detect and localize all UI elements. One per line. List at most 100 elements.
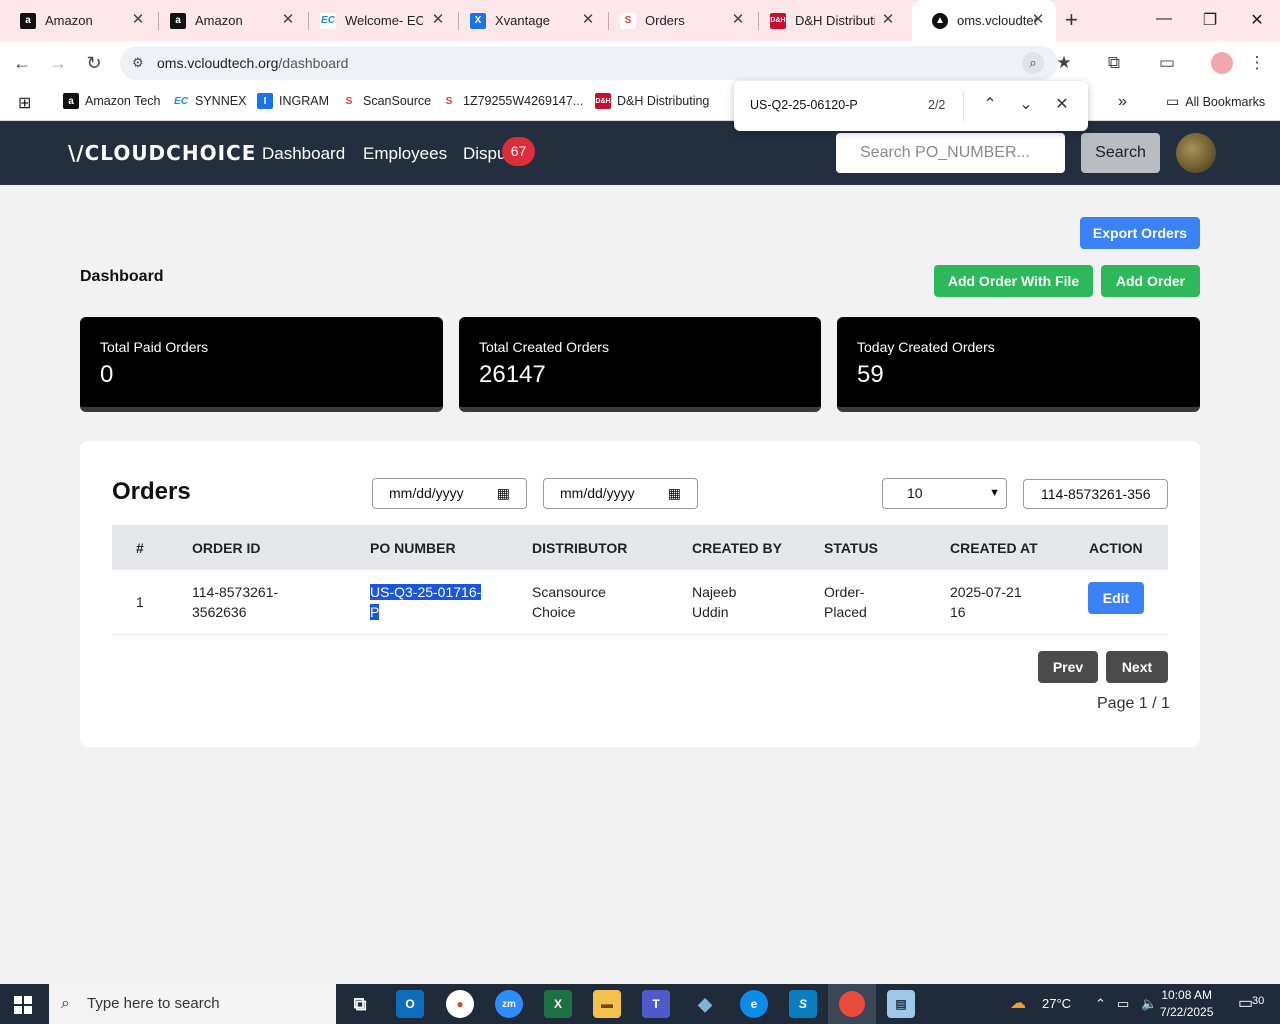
add-order-button[interactable]: Add Order: [1101, 265, 1200, 297]
file-explorer-icon[interactable]: ▬: [593, 990, 621, 1018]
find-in-page-icon[interactable]: ⌕: [1022, 52, 1044, 74]
cloudchoice-logo[interactable]: \/CLOUDCHOICE: [68, 141, 256, 165]
chevron-down-icon[interactable]: ⌄: [1016, 94, 1036, 114]
po-number-search-input[interactable]: [836, 133, 1065, 173]
forward-arrow-icon[interactable]: →: [48, 53, 68, 73]
windows-start-icon[interactable]: [14, 996, 32, 1014]
task-view-icon[interactable]: ⧉: [346, 990, 374, 1018]
nav-employees[interactable]: Employees: [363, 144, 447, 164]
created-by-cell: Najeeb Uddin: [692, 582, 736, 622]
bookmark-star-icon[interactable]: ★: [1054, 53, 1074, 73]
taskbar-search[interactable]: ⌕ Type here to search: [49, 984, 336, 1024]
window-close-icon[interactable]: ✕: [1247, 10, 1267, 30]
script-app-icon[interactable]: S: [789, 990, 817, 1018]
close-icon[interactable]: ✕: [1052, 94, 1072, 114]
close-icon[interactable]: ✕: [280, 12, 296, 28]
app-diamond-icon[interactable]: ◆: [691, 990, 719, 1018]
notepad-icon[interactable]: ▤: [887, 990, 915, 1018]
tab-oms-active[interactable]: ▲ oms.vcloudtec ✕: [912, 0, 1056, 41]
tab-amazon-1[interactable]: a Amazon ✕: [0, 0, 158, 41]
taskbar-search-placeholder: Type here to search: [87, 995, 220, 1012]
oms-icon: ▲: [932, 12, 948, 29]
edit-button[interactable]: Edit: [1088, 582, 1144, 614]
teams-icon[interactable]: T: [642, 990, 670, 1018]
page-size-select[interactable]: 10 ▼: [882, 478, 1007, 509]
created-by-line: Najeeb: [692, 584, 737, 600]
bookmark-amazon-tech[interactable]: a Amazon Tech: [63, 93, 161, 109]
order-id-line: 114-8573261-: [192, 584, 279, 600]
search-button[interactable]: Search: [1081, 133, 1160, 173]
volume-icon[interactable]: 🔈: [1141, 984, 1157, 1024]
find-query-input[interactable]: US-Q2-25-06120-P: [750, 98, 858, 112]
chrome-active-icon[interactable]: [828, 984, 876, 1024]
add-order-with-file-button[interactable]: Add Order With File: [934, 265, 1093, 297]
close-icon[interactable]: ✕: [430, 12, 446, 28]
user-avatar[interactable]: [1176, 133, 1216, 173]
col-number: #: [136, 540, 144, 556]
profile-avatar[interactable]: [1211, 52, 1233, 74]
site-settings-icon[interactable]: ⚙: [132, 55, 144, 71]
restore-icon[interactable]: ❐: [1200, 10, 1220, 30]
clock[interactable]: 10:08 AM 7/22/2025: [1160, 987, 1213, 1021]
xvantage-icon: X: [470, 12, 486, 29]
bookmark-scansource[interactable]: S ScanSource: [341, 93, 431, 109]
bookmark-dh-distributing[interactable]: D&H D&H Distributing: [595, 93, 709, 109]
tab-label: Amazon: [195, 13, 243, 28]
order-filter-input[interactable]: 114-8573261-356: [1023, 479, 1168, 509]
chrome-icon[interactable]: ●: [446, 990, 474, 1018]
all-bookmarks-label: All Bookmarks: [1185, 94, 1266, 109]
temperature[interactable]: 27°C: [1042, 984, 1071, 1024]
bookmark-label: INGRAM: [279, 94, 329, 108]
extensions-icon[interactable]: ⧉: [1104, 53, 1124, 73]
chevron-up-icon[interactable]: ⌃: [980, 94, 1000, 114]
bookmark-tracking[interactable]: S 1Z79255W4269147...: [441, 93, 583, 109]
zoom-icon[interactable]: zm: [495, 990, 523, 1018]
menu-kebab-icon[interactable]: ⋮: [1247, 53, 1267, 73]
bookmark-ingram[interactable]: I INGRAM: [257, 93, 329, 109]
more-bookmarks-icon[interactable]: »: [1118, 93, 1127, 111]
tab-orders[interactable]: S Orders ✕: [600, 0, 758, 41]
reload-icon[interactable]: ↻: [84, 53, 104, 73]
calendar-icon[interactable]: ▦: [497, 479, 510, 508]
close-icon[interactable]: ✕: [730, 12, 746, 28]
network-icon[interactable]: ▭: [1117, 984, 1129, 1024]
weather-icon[interactable]: ☁: [1010, 984, 1026, 1024]
new-tab-icon[interactable]: +: [1065, 9, 1078, 31]
bookmark-label: Amazon Tech: [85, 94, 161, 108]
tab-xvantage[interactable]: X Xvantage ✕: [450, 0, 608, 41]
excel-icon[interactable]: X: [544, 990, 572, 1018]
date-from-input[interactable]: mm/dd/yyyy ▦: [372, 478, 527, 509]
chevron-up-icon[interactable]: ⌃: [1095, 984, 1106, 1024]
close-icon[interactable]: ✕: [880, 12, 896, 28]
close-icon[interactable]: ✕: [580, 12, 596, 28]
tab-welcome-ece[interactable]: EC Welcome- ECE ✕: [300, 0, 458, 41]
edge-icon[interactable]: e: [740, 990, 768, 1018]
date-to-input[interactable]: mm/dd/yyyy ▦: [543, 478, 698, 509]
created-by-line: Uddin: [692, 604, 729, 620]
distributor-line: Scansource: [532, 584, 606, 600]
nav-dashboard[interactable]: Dashboard: [262, 144, 345, 164]
stat-card-today-created: Today Created Orders 59: [837, 317, 1200, 412]
po-number-cell: US-Q3-25-01716- P: [370, 582, 482, 622]
tab-amazon-2[interactable]: a Amazon ✕: [150, 0, 308, 41]
notifications-icon[interactable]: ▭: [1238, 984, 1253, 1024]
scansource-icon: S: [441, 93, 457, 109]
export-orders-button[interactable]: Export Orders: [1080, 217, 1200, 249]
ingram-icon: I: [257, 93, 273, 109]
prev-page-button[interactable]: Prev: [1038, 651, 1098, 683]
all-bookmarks[interactable]: ▭ All Bookmarks: [1166, 93, 1265, 110]
find-match-count: 2/2: [928, 98, 946, 112]
bookmark-synnex[interactable]: EC SYNNEX: [173, 93, 246, 109]
back-arrow-icon[interactable]: ←: [12, 53, 32, 73]
tab-search-icon[interactable]: ▭: [1157, 53, 1177, 73]
close-icon[interactable]: ✕: [130, 12, 146, 28]
next-page-button[interactable]: Next: [1106, 651, 1168, 683]
calendar-icon[interactable]: ▦: [668, 479, 681, 508]
outlook-icon[interactable]: O: [396, 990, 424, 1018]
minimize-icon[interactable]: —: [1154, 10, 1174, 28]
apps-grid-icon[interactable]: ⊞: [18, 93, 31, 113]
nav-disputes[interactable]: Dispu: [463, 144, 506, 164]
address-bar[interactable]: ⚙ oms.vcloudtech.org/dashboard: [120, 46, 1058, 80]
close-icon[interactable]: ✕: [1030, 12, 1046, 28]
tab-dh-distributing[interactable]: D&H D&H Distributi ✕: [750, 0, 908, 41]
